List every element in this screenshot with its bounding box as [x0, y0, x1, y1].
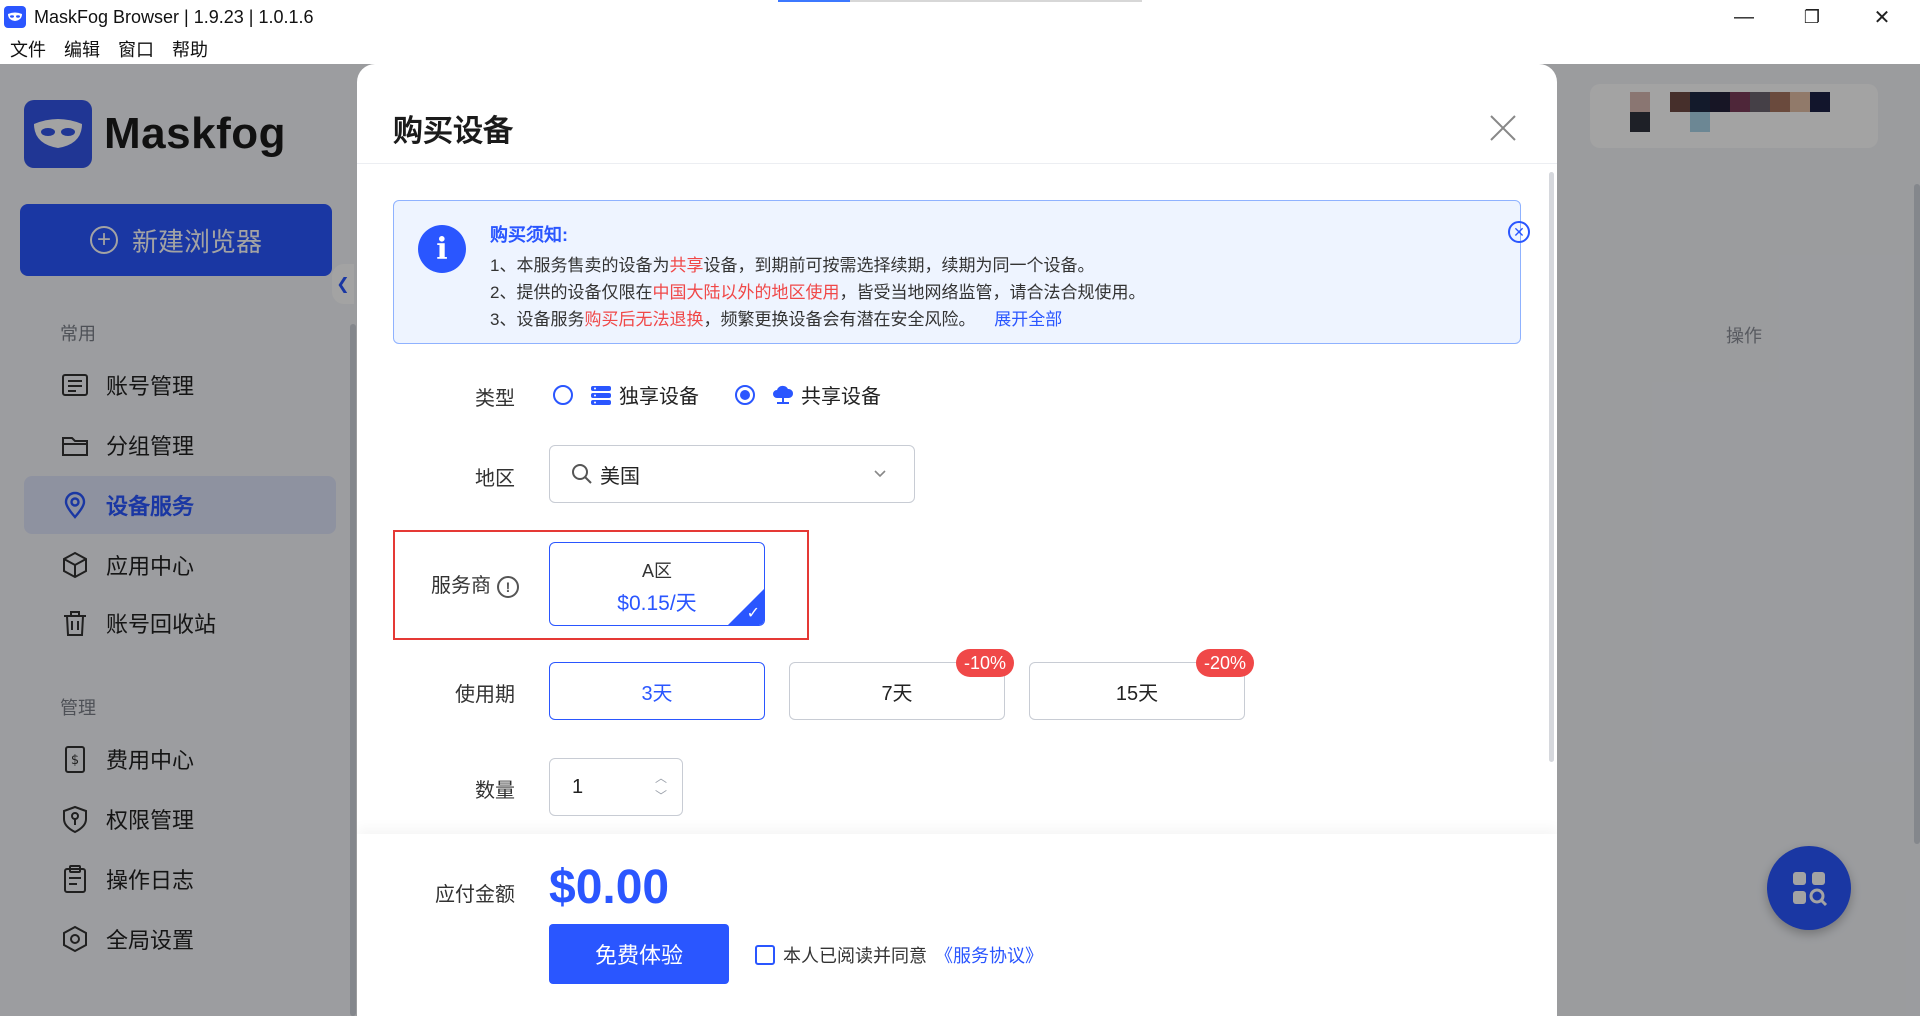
dialog-footer — [357, 834, 1557, 1016]
menu-edit[interactable]: 编辑 — [64, 36, 100, 62]
vendor-label-text: 服务商 — [431, 575, 491, 597]
dialog-header: 购买设备 — [357, 64, 1557, 164]
vendor-name: A区 — [641, 561, 672, 581]
cloud-network-icon — [771, 383, 795, 407]
notice-text: 2、提供的设备仅限在 — [490, 283, 653, 302]
notice-highlight: 购买后无法退换 — [584, 310, 704, 329]
notice-highlight: 共享 — [669, 256, 704, 275]
stepper-arrows[interactable]: ︿ ﹀ — [654, 769, 668, 805]
discount-badge: -20% — [1195, 649, 1254, 677]
search-icon — [572, 464, 592, 484]
notice-text: 设备，到期前可按需选择续期，续期为同一个设备。 — [703, 256, 1095, 275]
radio-circle — [553, 384, 573, 405]
checkmark-icon: ✓ — [746, 605, 760, 622]
period-option-3-days[interactable]: 3天 — [549, 662, 765, 720]
period-label-text: 15天 — [1115, 682, 1159, 705]
amount-due: $0.00 — [549, 861, 670, 914]
region-value: 美国 — [600, 465, 640, 488]
radio-dedicated-device[interactable]: 独享设备 — [553, 380, 699, 409]
agree-text: 本人已阅读并同意 — [783, 946, 927, 966]
free-trial-button[interactable]: 免费体验 — [549, 924, 729, 984]
service-agreement-link[interactable]: 《服务协议》 — [935, 942, 1043, 968]
menu-bar: 文件 编辑 窗口 帮助 — [0, 34, 1920, 64]
server-stack-icon — [589, 383, 613, 407]
chevron-up-icon[interactable]: ︿ — [654, 769, 668, 787]
notice-close-icon[interactable]: ✕ — [1508, 221, 1530, 243]
radio-label: 独享设备 — [619, 386, 699, 408]
region-select[interactable]: 美国 — [549, 445, 915, 503]
notice-highlight: 中国大陆以外的地区使用 — [652, 283, 840, 302]
quantity-value: 1 — [572, 775, 584, 798]
period-option-15-days[interactable]: 15天 -20% — [1029, 649, 1254, 720]
tab-indicator — [778, 0, 1142, 2]
vendor-option-a[interactable]: A区 $0.15/天 ✓ — [549, 542, 765, 626]
vendor-label: 服务商! — [375, 569, 519, 598]
period-label: 使用期 — [455, 684, 515, 706]
dialog-title: 购买设备 — [393, 115, 513, 148]
exclamation-info-icon[interactable]: ! — [497, 575, 519, 598]
notice-text: ，皆受当地网络监管，请合法合规使用。 — [839, 283, 1146, 302]
notice-line-3: 3、设备服务购买后无法退换，频繁更换设备会有潜在安全风险。 展开全部 — [490, 305, 1062, 330]
discount-badge: -10% — [955, 649, 1014, 677]
info-icon: i — [418, 225, 466, 273]
maskfog-app-icon — [4, 6, 26, 28]
notice-line-1: 1、本服务售卖的设备为共享设备，到期前可按需选择续期，续期为同一个设备。 — [490, 251, 1094, 276]
radio-shared-device[interactable]: 共享设备 — [735, 380, 881, 409]
purchase-notice: i 购买须知: 1、本服务售卖的设备为共享设备，到期前可按需选择续期，续期为同一… — [393, 200, 1530, 344]
dialog-close-button[interactable] — [1483, 108, 1523, 148]
notice-text: 3、设备服务 — [490, 310, 585, 329]
chevron-down-icon[interactable]: ﹀ — [654, 787, 668, 805]
minimize-button[interactable]: — — [1714, 0, 1774, 34]
region-label: 地区 — [475, 468, 515, 490]
menu-help[interactable]: 帮助 — [172, 36, 208, 62]
quantity-label: 数量 — [475, 780, 515, 802]
menu-file[interactable]: 文件 — [10, 36, 46, 62]
radio-label: 共享设备 — [801, 386, 881, 408]
expand-all-link[interactable]: 展开全部 — [994, 310, 1062, 329]
notice-text: 1、本服务售卖的设备为 — [490, 256, 670, 275]
amount-label: 应付金额 — [435, 884, 515, 906]
quantity-stepper[interactable]: 1 ︿ ﹀ — [549, 758, 683, 816]
chevron-down-icon — [874, 470, 886, 478]
type-label: 类型 — [475, 388, 515, 410]
agreement: 本人已阅读并同意 《服务协议》 — [755, 942, 1043, 968]
dialog-scrollbar[interactable] — [1549, 172, 1554, 762]
purchase-device-dialog: 购买设备 i 购买须知: 1、本服务售卖的设备为共享设备，到期前可按需选择续期，… — [357, 64, 1557, 1016]
close-window-button[interactable]: ✕ — [1852, 0, 1912, 34]
radio-circle-selected — [735, 384, 755, 405]
agree-checkbox[interactable] — [755, 945, 775, 965]
period-label-text: 7天 — [881, 682, 913, 705]
close-icon — [1490, 115, 1516, 141]
notice-text: ，频繁更换设备会有潜在安全风险。 — [703, 310, 976, 329]
notice-line-2: 2、提供的设备仅限在中国大陆以外的地区使用，皆受当地网络监管，请合法合规使用。 — [490, 278, 1145, 303]
window-titlebar: MaskFog Browser | 1.9.23 | 1.0.1.6 — ❐ ✕ — [0, 0, 1920, 34]
maximize-button[interactable]: ❐ — [1782, 0, 1842, 34]
period-label-text: 3天 — [641, 682, 673, 705]
window-title: MaskFog Browser | 1.9.23 | 1.0.1.6 — [34, 6, 314, 27]
menu-window[interactable]: 窗口 — [118, 36, 154, 62]
period-option-7-days[interactable]: 7天 -10% — [789, 649, 1014, 720]
notice-title: 购买须知: — [490, 225, 568, 245]
